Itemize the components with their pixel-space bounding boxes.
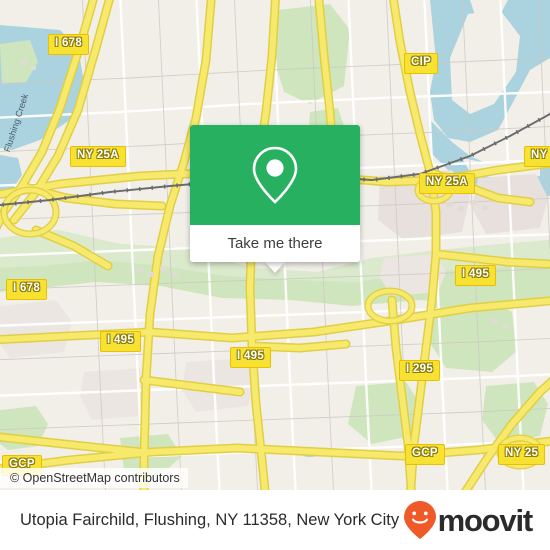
highway-shield: I 495 <box>100 331 142 352</box>
take-me-there-label: Take me there <box>227 235 323 252</box>
osm-attribution[interactable]: © OpenStreetMap contributors <box>0 468 188 488</box>
highway-shield: NY <box>524 146 550 167</box>
highway-shield: CIP <box>404 53 439 74</box>
highway-shield: I 295 <box>399 360 441 381</box>
highway-shield: I 678 <box>48 34 90 55</box>
place-name-label: Utopia Fairchild, Flushing, NY 11358, Ne… <box>20 510 400 529</box>
highway-shield: I 678 <box>6 279 48 300</box>
highway-shield: NY 25 <box>498 444 546 465</box>
map-canvas[interactable]: I 678 CIP NY 25A NY NY 25A I 678 I 495 I 495 I 4… <box>0 0 550 490</box>
highway-shield: I 495 <box>230 347 272 368</box>
moovit-logo[interactable]: moovit <box>403 500 534 540</box>
popup-callout-tail <box>264 261 286 273</box>
map-screenshot: I 678 CIP NY 25A NY NY 25A I 678 I 495 I 495 I 4… <box>0 0 550 550</box>
popup-card-header <box>190 125 360 225</box>
highway-shield: NY 25A <box>419 173 475 194</box>
highway-shield: NY 25A <box>70 146 126 167</box>
location-popup-card[interactable]: Take me there <box>190 125 360 262</box>
moovit-smiley-pin-icon <box>403 501 436 539</box>
highway-shield: I 495 <box>455 265 497 286</box>
map-pin-icon <box>252 146 298 204</box>
moovit-wordmark: moovit <box>437 502 534 538</box>
bottom-info-bar: Utopia Fairchild, Flushing, NY 11358, Ne… <box>0 490 550 550</box>
highway-shield: GCP <box>405 444 445 465</box>
popup-card-action[interactable]: Take me there <box>190 225 360 262</box>
